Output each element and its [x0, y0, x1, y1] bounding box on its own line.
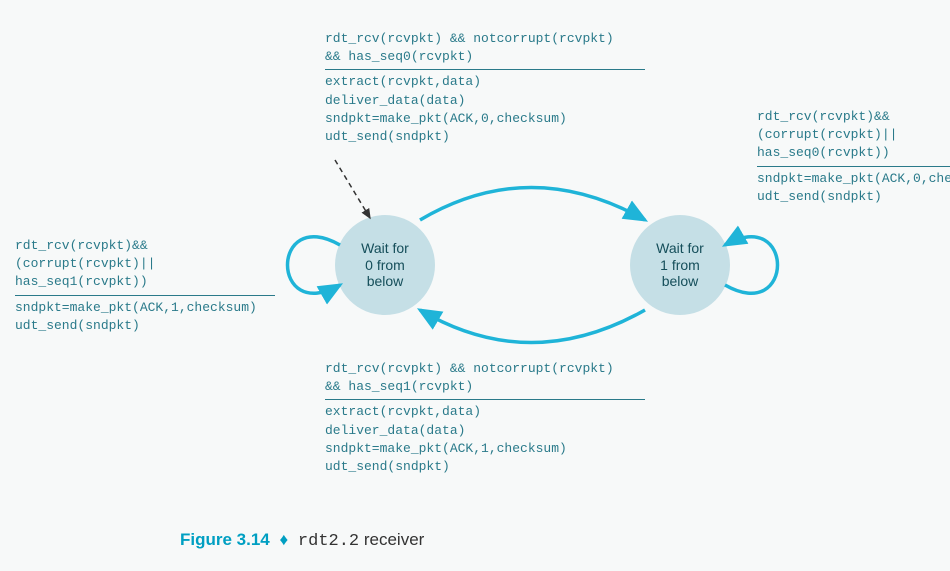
- diamond-icon: ♦: [280, 530, 289, 549]
- event-left: rdt_rcv(rcvpkt)&& (corrupt(rcvpkt)|| has…: [15, 237, 275, 292]
- state-wait-1-label: Wait for 1 from below: [656, 240, 704, 290]
- event-right: rdt_rcv(rcvpkt)&& (corrupt(rcvpkt)|| has…: [757, 108, 950, 163]
- state-wait-0: Wait for 0 from below: [335, 215, 435, 315]
- action-left: sndpkt=make_pkt(ACK,1,checksum) udt_send…: [15, 299, 275, 335]
- caption-code: rdt2.2: [298, 532, 359, 551]
- caption-label: Figure 3.14: [180, 530, 270, 549]
- transition-top: rdt_rcv(rcvpkt) && notcorrupt(rcvpkt) &&…: [325, 30, 645, 146]
- action-right: sndpkt=make_pkt(ACK,0,checksum) udt_send…: [757, 170, 950, 206]
- self-loop-0: [288, 237, 341, 294]
- figure-caption: Figure 3.14 ♦ rdt2.2 receiver: [180, 530, 424, 551]
- arc-1-to-0: [420, 310, 645, 343]
- divider-right: [757, 166, 950, 167]
- event-bottom: rdt_rcv(rcvpkt) && notcorrupt(rcvpkt) &&…: [325, 360, 645, 396]
- self-loop-1: [725, 237, 778, 294]
- action-top: extract(rcvpkt,data) deliver_data(data) …: [325, 73, 645, 146]
- divider-bottom: [325, 399, 645, 400]
- transition-left: rdt_rcv(rcvpkt)&& (corrupt(rcvpkt)|| has…: [15, 237, 275, 335]
- caption-text: receiver: [359, 530, 424, 549]
- initial-arrow: [335, 160, 370, 218]
- divider-left: [15, 295, 275, 296]
- action-bottom: extract(rcvpkt,data) deliver_data(data) …: [325, 403, 645, 476]
- event-top: rdt_rcv(rcvpkt) && notcorrupt(rcvpkt) &&…: [325, 30, 645, 66]
- state-wait-0-label: Wait for 0 from below: [361, 240, 409, 290]
- transition-bottom: rdt_rcv(rcvpkt) && notcorrupt(rcvpkt) &&…: [325, 360, 645, 476]
- divider-top: [325, 69, 645, 70]
- arc-0-to-1: [420, 188, 645, 221]
- transition-right: rdt_rcv(rcvpkt)&& (corrupt(rcvpkt)|| has…: [757, 108, 950, 206]
- state-wait-1: Wait for 1 from below: [630, 215, 730, 315]
